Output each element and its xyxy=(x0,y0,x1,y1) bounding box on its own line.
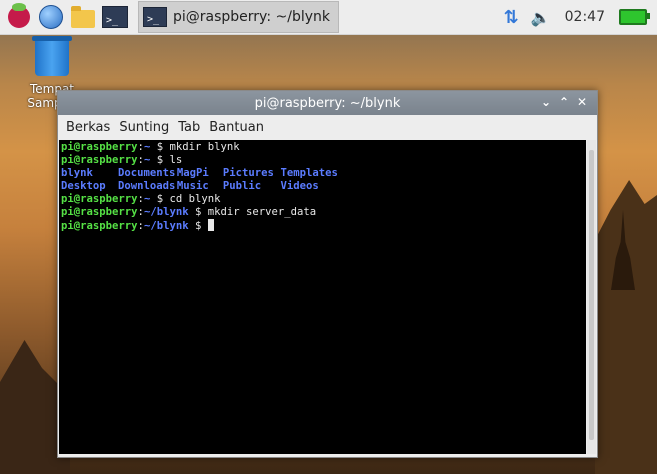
command-text: ls xyxy=(169,154,183,166)
terminal-window: pi@raspberry: ~/blynk ⌄ ⌃ ✕ Berkas Sunti… xyxy=(57,90,598,458)
menu-berkas[interactable]: Berkas xyxy=(66,120,110,135)
desktop: >_ >_ pi@raspberry: ~/blynk ⇅ 🔈 02:47 Te… xyxy=(0,0,657,474)
mountain-silhouette-right xyxy=(595,180,657,474)
window-controls: ⌄ ⌃ ✕ xyxy=(537,95,591,109)
network-arrows-icon[interactable]: ⇅ xyxy=(504,7,519,28)
directory-entry: Videos xyxy=(280,180,319,192)
directory-entry: blynk xyxy=(61,167,93,179)
volume-icon[interactable]: 🔈 xyxy=(531,8,551,27)
menu-bar: Berkas Sunting Tab Bantuan xyxy=(58,115,597,139)
directory-entry: Music xyxy=(176,180,209,192)
folder-icon xyxy=(71,6,95,28)
directory-entry: Public xyxy=(222,180,262,192)
terminal-line: pi@raspberry:~ $ ls xyxy=(61,154,183,166)
directory-entry: MagPi xyxy=(176,167,209,179)
terminal-scrollbar[interactable] xyxy=(587,140,596,454)
terminal-line: pi@raspberry:~ $ mkdir blynk xyxy=(61,141,240,153)
window-titlebar[interactable]: pi@raspberry: ~/blynk ⌄ ⌃ ✕ xyxy=(58,91,597,115)
terminal-icon: >_ xyxy=(102,6,128,28)
terminal-output[interactable]: pi@raspberry:~ $ mkdir blynk pi@raspberry… xyxy=(59,140,586,454)
menu-bantuan[interactable]: Bantuan xyxy=(209,120,264,135)
system-tray: ⇅ 🔈 02:47 xyxy=(504,7,657,28)
web-browser-button[interactable] xyxy=(38,4,64,30)
prompt-path: ~/blynk xyxy=(143,220,189,232)
raspberry-menu-button[interactable] xyxy=(6,3,32,30)
clock[interactable]: 02:47 xyxy=(565,9,605,25)
directory-entry: Desktop xyxy=(61,180,106,192)
prompt-user: pi@raspberry xyxy=(61,141,138,153)
command-text: cd blynk xyxy=(169,193,221,205)
raspberry-icon xyxy=(8,3,30,28)
terminal-line: pi@raspberry:~/blynk $ mkdir server_data xyxy=(61,206,317,218)
prompt-path: ~/blynk xyxy=(143,206,189,218)
directory-entry: Pictures xyxy=(222,167,274,179)
battery-icon[interactable] xyxy=(619,9,650,25)
globe-icon xyxy=(39,5,63,29)
prompt-user: pi@raspberry xyxy=(61,154,138,166)
top-panel: >_ >_ pi@raspberry: ~/blynk ⇅ 🔈 02:47 xyxy=(0,0,657,35)
terminal-launcher-button[interactable]: >_ xyxy=(102,4,128,30)
prompt-user: pi@raspberry xyxy=(61,206,138,218)
terminal-line: Desktop DownloadsMusic Public Videos xyxy=(61,180,584,193)
prompt-user: pi@raspberry xyxy=(61,193,138,205)
trash-icon xyxy=(32,36,72,76)
terminal-line: pi@raspberry:~/blynk $ xyxy=(61,219,584,232)
terminal-line: blynk DocumentsMagPi Pictures Templates xyxy=(61,167,584,180)
taskbar-window-button[interactable]: >_ pi@raspberry: ~/blynk xyxy=(138,1,339,33)
directory-entry: Documents xyxy=(117,167,176,179)
command-text: mkdir blynk xyxy=(169,141,240,153)
terminal-icon: >_ xyxy=(143,7,167,27)
directory-entry: Templates xyxy=(280,167,338,179)
terminal-line: pi@raspberry:~ $ cd blynk xyxy=(61,193,221,205)
scrollbar-thumb[interactable] xyxy=(589,150,594,440)
menu-tab[interactable]: Tab xyxy=(178,120,200,135)
text-cursor xyxy=(207,219,214,231)
close-button[interactable]: ✕ xyxy=(573,95,591,109)
maximize-button[interactable]: ⌃ xyxy=(555,95,573,109)
file-manager-button[interactable] xyxy=(70,4,96,30)
taskbar-window-label: pi@raspberry: ~/blynk xyxy=(173,9,330,25)
directory-entry: Downloads xyxy=(117,180,176,192)
menu-sunting[interactable]: Sunting xyxy=(119,120,169,135)
prompt-user: pi@raspberry xyxy=(61,220,138,232)
minimize-button[interactable]: ⌄ xyxy=(537,95,555,109)
command-text: mkdir server_data xyxy=(207,206,317,218)
window-title: pi@raspberry: ~/blynk xyxy=(254,95,401,111)
